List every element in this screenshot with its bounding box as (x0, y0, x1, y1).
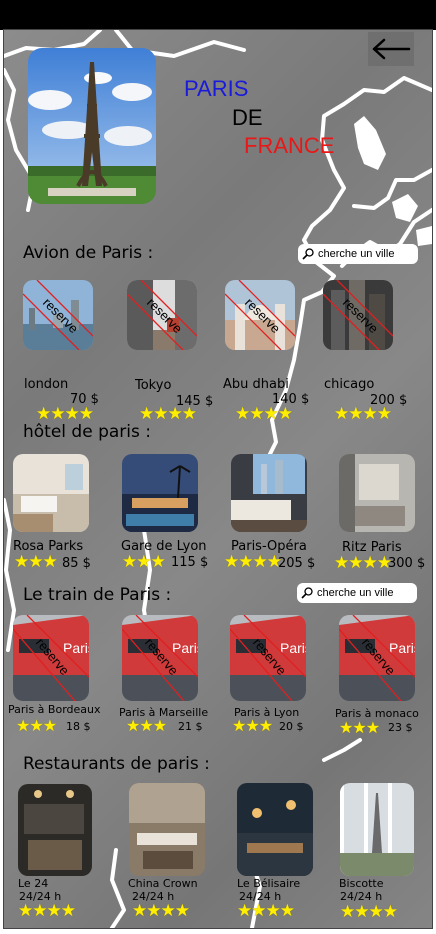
back-button[interactable] (368, 32, 414, 66)
hotel-rating: ★★★ (122, 552, 166, 571)
train-price: 21 $ (178, 720, 203, 733)
restaurant-rating: ★★★★ (132, 901, 190, 920)
train-card-marseille[interactable]: Paris reserve (122, 615, 198, 701)
restaurant-name: China Crown (128, 877, 198, 890)
title-paris: PARIS (184, 76, 249, 101)
flight-rating: ★★★★ (334, 404, 392, 423)
restaurant-card-le-belisaire[interactable] (237, 783, 313, 876)
train-image-label: Paris (280, 640, 306, 656)
hotel-rating: ★★★★ (224, 552, 282, 571)
train-route: Paris à Bordeaux (8, 703, 101, 716)
hotel-card-paris-opera[interactable] (231, 454, 307, 532)
restaurant-rating: ★★★★ (340, 902, 398, 921)
restaurant-rating: ★★★★ (18, 901, 76, 920)
restaurant-name: Le Bélisaire (237, 877, 301, 890)
hotel-card-rosa-parks[interactable] (13, 454, 89, 532)
hotel-price: 205 $ (278, 556, 316, 571)
magnifier-icon (302, 248, 314, 260)
flight-name: london (24, 377, 69, 392)
hotel-card-gare-de-lyon[interactable] (122, 454, 198, 532)
eiffel-tower-photo (28, 48, 156, 204)
train-rating: ★★★ (339, 720, 380, 737)
restaurant-rating: ★★★★ (237, 901, 295, 920)
flight-rating: ★★★★ (36, 404, 94, 423)
restaurant-card-biscotte[interactable] (340, 783, 414, 876)
restaurant-card-le-24[interactable] (18, 784, 92, 876)
restaurant-name: Biscotte (339, 877, 384, 890)
flight-card-london[interactable]: reserve (23, 280, 93, 350)
train-price: 20 $ (279, 720, 304, 733)
hotel-price: 115 $ (171, 555, 209, 570)
train-image-label: Paris (63, 640, 89, 656)
title-de: DE (232, 105, 263, 130)
search-flights-placeholder: cherche un ville (318, 248, 395, 260)
flight-name: Tokyo (135, 378, 172, 393)
train-rating: ★★★ (232, 718, 273, 735)
train-price: 18 $ (66, 720, 91, 733)
title-france: FRANCE (244, 133, 335, 158)
hotel-price: 85 $ (62, 556, 91, 571)
app-screen: PARIS DE FRANCE Avion de Paris : cherche… (4, 30, 432, 928)
hotel-card-ritz-paris[interactable] (339, 454, 415, 532)
arrow-left-icon (372, 38, 411, 60)
train-rating: ★★★ (126, 718, 167, 735)
section-title-hotels: hôtel de paris : (23, 422, 151, 442)
search-trains-input[interactable]: cherche un ville (297, 583, 417, 603)
hotel-price: 300 $ (388, 556, 426, 571)
train-rating: ★★★ (16, 718, 57, 735)
train-card-lyon[interactable]: Paris reserve (230, 615, 306, 701)
restaurant-card-china-crown[interactable] (129, 783, 205, 876)
flight-rating: ★★★★ (139, 404, 197, 423)
magnifier-icon (301, 587, 313, 599)
train-image-label: Paris (172, 640, 198, 656)
hotel-rating: ★★★★ (334, 553, 392, 572)
status-bar (0, 0, 436, 30)
train-card-monaco[interactable]: Paris reserve (339, 615, 415, 701)
section-title-flights: Avion de Paris : (23, 243, 154, 263)
flight-card-abu-dhabi[interactable]: reserve (225, 280, 295, 350)
section-title-trains: Le train de Paris : (23, 585, 172, 605)
restaurant-name: Le 24 (18, 877, 49, 890)
flight-rating: ★★★★ (235, 404, 293, 423)
search-flights-input[interactable]: cherche un ville (298, 244, 418, 264)
flight-name: chicago (324, 377, 375, 392)
train-card-bordeaux[interactable]: Paris reserve (13, 615, 89, 701)
flight-name: Abu dhabi (223, 377, 289, 392)
train-image-label: Paris (389, 640, 415, 656)
train-price: 23 $ (388, 721, 413, 734)
flight-card-tokyo[interactable]: reserve (127, 280, 197, 350)
flight-card-chicago[interactable]: reserve (323, 280, 393, 350)
hotel-rating: ★★★ (14, 552, 58, 571)
search-trains-placeholder: cherche un ville (317, 587, 394, 599)
section-title-restaurants: Restaurants de paris : (23, 754, 210, 774)
